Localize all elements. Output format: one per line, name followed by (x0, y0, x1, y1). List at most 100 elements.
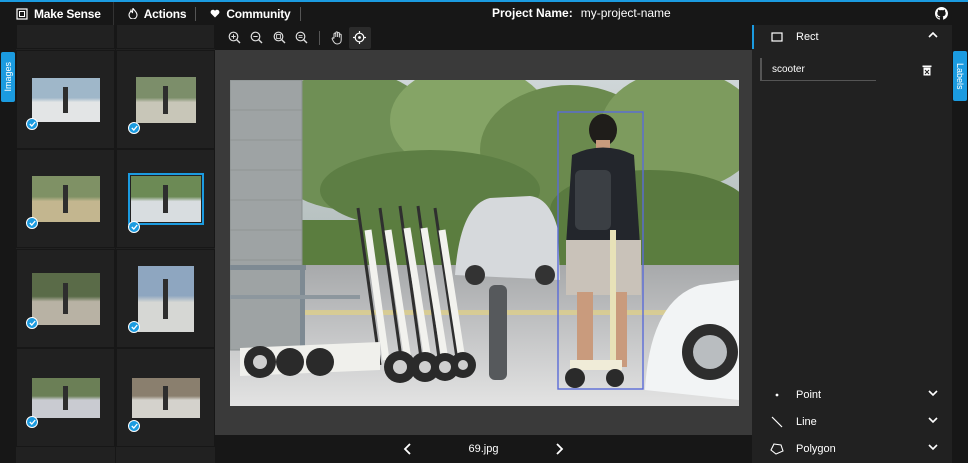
rect-section-header[interactable]: Rect (752, 25, 952, 49)
thumbnail-image (135, 76, 196, 123)
logo-icon (16, 7, 28, 20)
thumbnail-figure (62, 282, 68, 314)
checkmark-icon (128, 321, 140, 333)
rect-section-label: Rect (796, 31, 819, 43)
labels-tab-label: Labels (955, 62, 965, 90)
flame-icon (128, 8, 138, 19)
project-name-field: Project Name: my-project-name (492, 6, 671, 20)
thumbnail-image (31, 175, 100, 222)
zoom-fit-icon (273, 31, 285, 44)
checkmark-icon (26, 416, 38, 428)
thumbnail-figure (62, 86, 68, 113)
github-icon (935, 7, 948, 20)
toolbar-divider (319, 30, 320, 45)
chevron-down-icon[interactable] (928, 416, 938, 424)
scene-photo (230, 80, 739, 406)
editor-toolbar (215, 25, 752, 50)
checkmark-icon (26, 217, 38, 229)
brand[interactable]: Make Sense (0, 2, 114, 25)
label-value: scooter (772, 63, 805, 75)
thumbnail-image (131, 377, 200, 418)
zoom-out-icon (250, 31, 263, 44)
next-image-button[interactable] (554, 443, 564, 455)
thumbnail-figure (162, 184, 168, 213)
polygon-section-header[interactable]: Polygon (752, 437, 952, 461)
images-tab-label: Images (3, 62, 13, 92)
thumbnail-image (127, 172, 204, 225)
polygon-icon (770, 443, 784, 455)
zoom-max-button[interactable] (291, 27, 313, 49)
chevron-up-icon[interactable] (928, 31, 938, 39)
checkmark-icon (128, 420, 140, 432)
right-sidebar-tabs: Labels (952, 25, 968, 463)
file-name: 69.jpg (468, 443, 499, 455)
line-section-label: Line (796, 416, 817, 428)
thumbnail-image (31, 272, 100, 325)
image-gallery (16, 25, 215, 463)
checkmark-icon (128, 221, 140, 233)
editor-area: 69.jpg (215, 25, 752, 463)
crosshair-icon (353, 31, 366, 44)
top-navigation-bar: Make Sense Actions Community Project Nam… (0, 0, 968, 25)
gallery-item[interactable] (116, 348, 215, 447)
labels-tab[interactable]: Labels (953, 51, 967, 101)
gallery-item[interactable] (116, 249, 215, 348)
gallery-item[interactable] (116, 25, 215, 49)
github-link[interactable] (935, 7, 948, 25)
images-tab[interactable]: Images (1, 52, 15, 102)
thumbnail-figure (162, 278, 168, 319)
gallery-divider (115, 25, 116, 463)
chevron-down-icon[interactable] (928, 389, 938, 397)
nav-actions-label: Actions (143, 6, 187, 21)
labels-panel: Rect scooter Point Line Polygon (752, 25, 952, 463)
polygon-section-label: Polygon (796, 443, 836, 455)
crosshair-tool-button[interactable] (348, 26, 371, 49)
rectangle-icon (771, 32, 783, 42)
gallery-item[interactable] (16, 25, 115, 49)
nav-divider (299, 6, 301, 21)
gallery-item[interactable] (116, 149, 215, 248)
project-name-value[interactable]: my-project-name (581, 6, 671, 20)
gallery-item[interactable] (16, 149, 115, 248)
gallery-item[interactable] (116, 50, 215, 149)
nav-actions[interactable]: Actions (114, 2, 196, 25)
trash-icon (922, 65, 932, 76)
brand-name: Make Sense (34, 6, 101, 21)
thumbnail-image (137, 265, 194, 332)
line-icon (771, 416, 783, 428)
checkmark-icon (128, 122, 140, 134)
zoom-in-icon (228, 31, 240, 44)
thumbnail-image (31, 77, 100, 122)
line-section-header[interactable]: Line (752, 410, 952, 434)
hand-icon (331, 30, 342, 45)
nav-community[interactable]: Community (196, 2, 299, 25)
point-section-label: Point (796, 389, 822, 401)
zoom-fit-button[interactable] (268, 27, 290, 49)
thumbnail-figure (162, 85, 168, 114)
project-name-label: Project Name: (492, 6, 573, 20)
gallery-item[interactable] (16, 348, 115, 447)
point-icon (775, 393, 779, 397)
point-section-header[interactable]: Point (752, 383, 952, 407)
image-canvas[interactable] (230, 80, 739, 406)
thumbnail-image (31, 377, 100, 418)
label-input-row[interactable]: scooter (760, 58, 876, 81)
thumbnail-figure (162, 385, 168, 410)
left-sidebar-tabs: Images (0, 25, 16, 463)
checkmark-icon (26, 118, 38, 130)
pan-tool-button[interactable] (326, 27, 348, 49)
delete-label-button[interactable] (922, 63, 932, 81)
zoom-in-button[interactable] (223, 27, 245, 49)
previous-image-button[interactable] (403, 443, 413, 455)
gallery-item[interactable] (16, 50, 115, 149)
image-navigation-bar: 69.jpg (215, 435, 752, 463)
checkmark-icon (26, 317, 38, 329)
thumbnail-figure (62, 184, 68, 213)
thumbnail-figure (62, 385, 68, 410)
heart-icon (210, 9, 220, 18)
zoom-max-icon (295, 31, 308, 44)
chevron-down-icon[interactable] (928, 443, 938, 451)
zoom-out-button[interactable] (246, 27, 268, 49)
nav-community-label: Community (226, 6, 291, 21)
gallery-item[interactable] (16, 249, 115, 348)
